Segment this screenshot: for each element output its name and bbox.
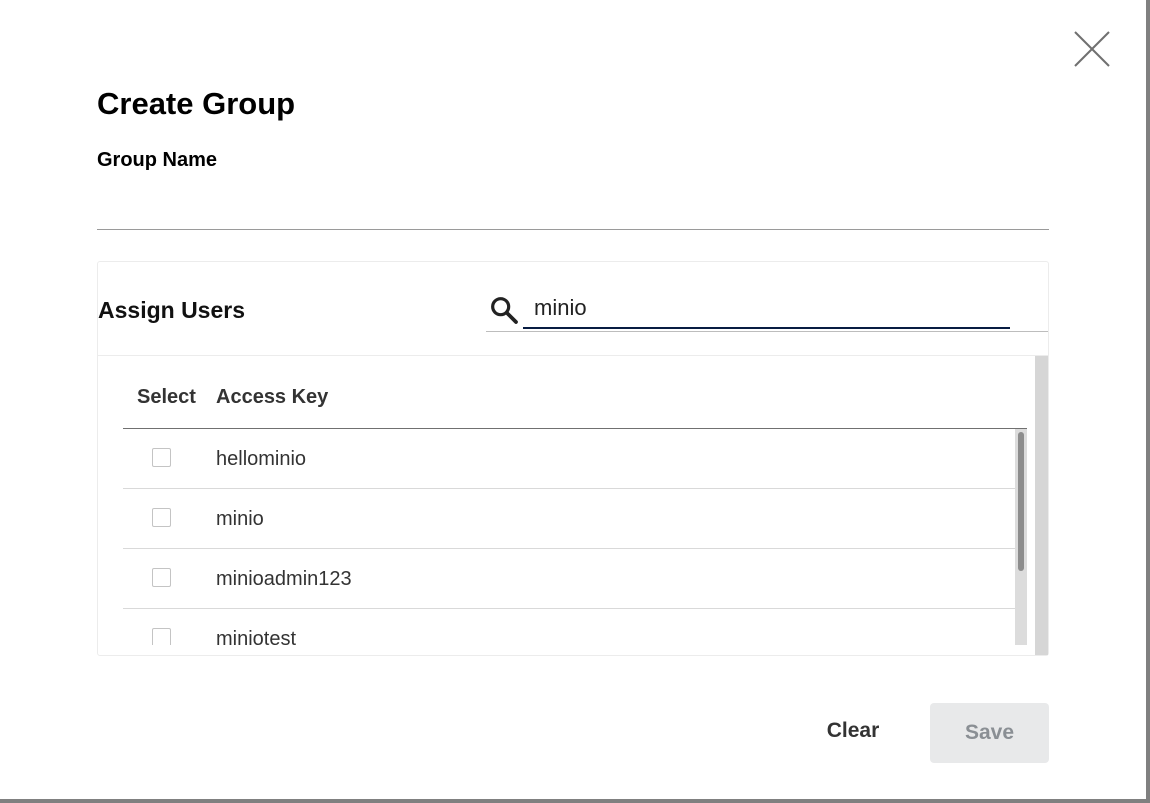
row-select-checkbox[interactable] [152,508,171,527]
row-select-checkbox[interactable] [152,568,171,587]
column-header-access-key: Access Key [216,386,329,408]
assign-users-panel: Assign Users Select Access Key hellomini… [97,261,1049,656]
table-scrollbar[interactable] [1015,429,1027,645]
users-table: Select Access Key hellominio minio minio… [98,355,1048,655]
row-select-checkbox[interactable] [152,628,171,645]
table-scrollbar-thumb[interactable] [1018,432,1024,571]
users-table-body: hellominio minio minioadmin123 miniotest [123,429,1015,645]
access-key-cell: minio [216,508,264,530]
group-name-label: Group Name [97,149,218,171]
save-button[interactable]: Save [930,703,1049,763]
access-key-cell: miniotest [216,628,297,645]
close-icon[interactable] [1072,29,1112,69]
search-icon [491,297,518,324]
table-row[interactable]: hellominio [123,429,1015,489]
user-search-input[interactable] [523,288,1010,329]
create-group-dialog: Create Group Group Name Assign Users Sel… [0,0,1146,799]
table-row[interactable]: miniotest [123,609,1015,645]
group-name-input[interactable] [97,192,1049,230]
row-select-checkbox[interactable] [152,448,171,467]
access-key-cell: hellominio [216,448,307,470]
access-key-cell: minioadmin123 [216,568,352,590]
close-button[interactable] [1072,29,1112,69]
clear-button[interactable]: Clear [808,705,898,757]
dialog-title: Create Group [97,86,296,121]
table-row[interactable]: minio [123,489,1015,549]
user-search [486,288,1048,332]
panel-scrollbar[interactable] [1035,356,1048,655]
column-header-select: Select [137,386,196,408]
table-row[interactable]: minioadmin123 [123,549,1015,609]
assign-users-label: Assign Users [98,297,246,323]
